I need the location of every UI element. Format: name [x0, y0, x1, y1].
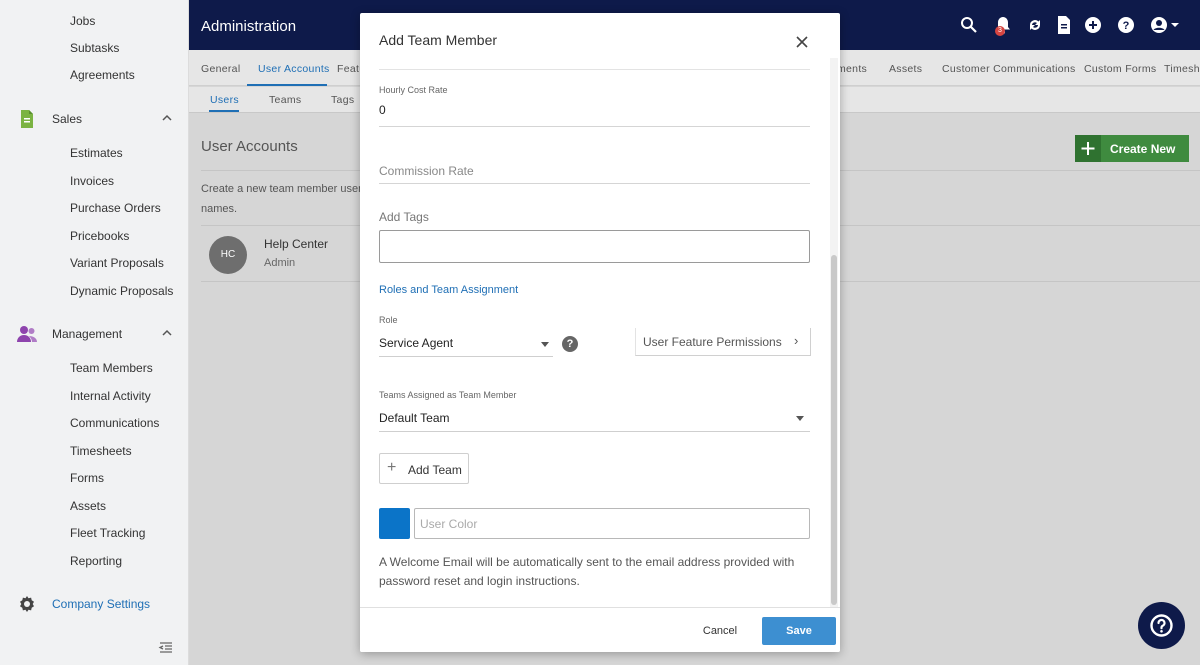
- page-title: User Accounts: [201, 138, 298, 155]
- tab-teams[interactable]: Teams: [269, 94, 301, 106]
- help-chat-button[interactable]: [1138, 602, 1185, 649]
- active-tab-indicator: [247, 84, 327, 86]
- create-new-label: Create New: [1110, 142, 1176, 156]
- sidebar-item-subtasks[interactable]: Subtasks: [70, 41, 119, 55]
- sidebar-item-internal-activity[interactable]: Internal Activity: [70, 389, 151, 403]
- active-subtab-indicator: [209, 110, 239, 112]
- close-icon[interactable]: [792, 32, 812, 52]
- dialog-title: Add Team Member: [379, 32, 498, 48]
- add-circle-icon[interactable]: [1082, 14, 1104, 36]
- role-label: Role: [379, 315, 398, 325]
- sidebar-item-variant-proposals[interactable]: Variant Proposals: [70, 256, 164, 270]
- hourly-cost-rate-field[interactable]: 0: [379, 103, 386, 117]
- field-underline: [379, 183, 810, 184]
- page-description: Create a new team member user a: [201, 183, 371, 195]
- tab-assets[interactable]: Assets: [889, 63, 922, 75]
- sidebar-item-jobs[interactable]: Jobs: [70, 14, 95, 28]
- user-color-swatch[interactable]: [379, 508, 410, 539]
- search-icon[interactable]: [958, 14, 980, 36]
- tab-users[interactable]: Users: [210, 94, 239, 106]
- user-name[interactable]: Help Center: [264, 237, 328, 251]
- chevron-up-icon[interactable]: [160, 326, 174, 340]
- scrollbar-thumb[interactable]: [831, 255, 837, 605]
- add-team-label: Add Team: [408, 463, 462, 477]
- user-feature-permissions-button[interactable]: User Feature Permissions ›: [635, 328, 811, 356]
- team-select[interactable]: Default Team: [379, 405, 810, 432]
- sidebar-section-management[interactable]: Management: [52, 327, 122, 341]
- dropdown-arrow-icon: [796, 416, 804, 421]
- help-icon[interactable]: ?: [1115, 14, 1137, 36]
- roles-team-assignment-link[interactable]: Roles and Team Assignment: [379, 284, 518, 296]
- chevron-right-icon: ›: [794, 333, 799, 348]
- tab-custom-forms[interactable]: Custom Forms: [1084, 63, 1156, 75]
- sidebar-item-team-members[interactable]: Team Members: [70, 361, 153, 375]
- tags-input[interactable]: [379, 230, 810, 263]
- create-new-button[interactable]: Create New: [1075, 135, 1189, 162]
- sidebar-item-dynamic-proposals[interactable]: Dynamic Proposals: [70, 284, 173, 298]
- sidebar-item-pricebooks[interactable]: Pricebooks: [70, 229, 129, 243]
- question-circle-icon: [1150, 614, 1173, 637]
- field-underline: [379, 126, 810, 127]
- team-value: Default Team: [379, 411, 450, 425]
- tab-general[interactable]: General: [201, 63, 240, 75]
- tab-user-accounts[interactable]: User Accounts: [258, 63, 330, 75]
- add-team-member-dialog: Add Team Member Hourly Cost Rate 0 Commi…: [360, 13, 840, 652]
- tab-documents[interactable]: ments: [837, 63, 867, 75]
- document-green-icon: [21, 110, 33, 128]
- add-tags-label: Add Tags: [379, 210, 429, 224]
- app-title: Administration: [201, 18, 297, 35]
- cancel-button[interactable]: Cancel: [694, 618, 746, 644]
- hourly-cost-rate-label: Hourly Cost Rate: [379, 85, 448, 95]
- teams-assigned-label: Teams Assigned as Team Member: [379, 390, 517, 400]
- save-button[interactable]: Save: [762, 617, 836, 645]
- sidebar-item-fleet-tracking[interactable]: Fleet Tracking: [70, 526, 145, 540]
- sidebar-item-purchase-orders[interactable]: Purchase Orders: [70, 201, 161, 215]
- sidebar-item-forms[interactable]: Forms: [70, 471, 104, 485]
- user-color-input[interactable]: [414, 508, 810, 539]
- plus-icon: +: [387, 459, 397, 476]
- help-icon[interactable]: ?: [562, 336, 578, 352]
- sidebar: Jobs Subtasks Agreements Sales Estimates…: [0, 0, 189, 665]
- dropdown-arrow-icon: [541, 342, 549, 347]
- sidebar-item-agreements[interactable]: Agreements: [70, 68, 135, 82]
- sidebar-item-timesheets[interactable]: Timesheets: [70, 444, 132, 458]
- user-feature-permissions-label: User Feature Permissions: [643, 335, 782, 349]
- sidebar-item-reporting[interactable]: Reporting: [70, 554, 122, 568]
- dialog-footer: Cancel Save: [360, 607, 840, 652]
- plus-icon: [1075, 135, 1101, 162]
- chevron-up-icon[interactable]: [160, 111, 174, 125]
- sidebar-item-company-settings[interactable]: Company Settings: [52, 597, 150, 611]
- commission-rate-field[interactable]: Commission Rate: [379, 164, 474, 178]
- sidebar-section-sales[interactable]: Sales: [52, 112, 82, 126]
- people-icon: [17, 326, 37, 342]
- sidebar-item-communications[interactable]: Communications: [70, 416, 159, 430]
- welcome-email-notice: A Welcome Email will be automatically se…: [379, 555, 795, 588]
- document-icon[interactable]: [1053, 14, 1075, 36]
- tab-customer-communications[interactable]: Customer Communications: [942, 63, 1076, 75]
- sync-icon[interactable]: [1024, 14, 1046, 36]
- role-value: Service Agent: [379, 336, 454, 350]
- page-description-continued: names.: [201, 203, 238, 215]
- tab-timesheets[interactable]: Timesh: [1164, 63, 1200, 75]
- user-role: Admin: [264, 257, 296, 269]
- sidebar-item-estimates[interactable]: Estimates: [70, 146, 123, 160]
- collapse-sidebar-icon[interactable]: [158, 640, 174, 656]
- sidebar-item-assets[interactable]: Assets: [70, 499, 106, 513]
- avatar: HC: [209, 236, 247, 274]
- account-icon[interactable]: [1148, 14, 1182, 36]
- role-select[interactable]: Service Agent: [379, 329, 553, 357]
- svg-text:?: ?: [1123, 20, 1130, 32]
- notification-badge: 3: [995, 26, 1005, 36]
- add-team-button[interactable]: + Add Team: [379, 453, 469, 484]
- tab-tags[interactable]: Tags: [331, 94, 354, 106]
- divider: [379, 69, 810, 70]
- sidebar-item-invoices[interactable]: Invoices: [70, 174, 114, 188]
- gear-icon: [20, 596, 34, 612]
